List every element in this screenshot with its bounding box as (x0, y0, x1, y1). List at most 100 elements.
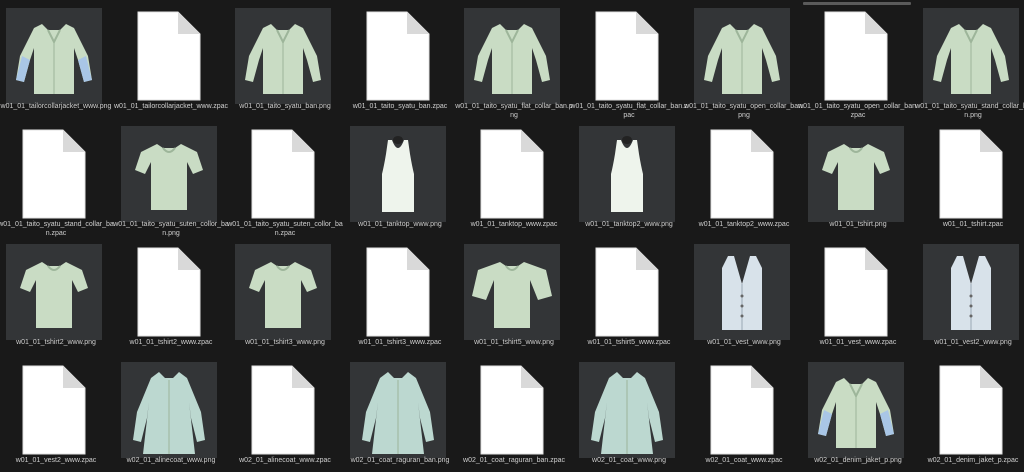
file-item[interactable]: w01_01_tshirt2_www.png (0, 238, 112, 350)
file-document-icon (121, 244, 217, 340)
image-thumbnail (923, 8, 1019, 104)
file-name-label: w02_01_denim_jaket_p.png (814, 457, 902, 464)
file-name-label: w01_01_vest2_www.zpac (15, 457, 97, 464)
file-item[interactable]: w02_01_alinecoat_www.zpac (229, 356, 341, 468)
file-item[interactable]: w02_01_coat_raguran_ban.zpac (458, 356, 570, 468)
file-item[interactable]: w01_01_taito_syatu_flat_collar_ban.zpac (570, 2, 688, 119)
file-item[interactable]: w01_01_tanktop2_www.png (573, 120, 685, 232)
file-name-label: w01_01_tshirt2_www.png (16, 339, 96, 346)
file-name-label: w02_01_coat_raguran_ban.png (350, 457, 450, 464)
image-thumbnail (808, 362, 904, 458)
file-name-label: w01_01_tshirt2_www.zpac (129, 339, 213, 346)
file-name-label: w02_01_alinecoat_www.png (126, 457, 216, 464)
file-document-icon (464, 362, 560, 458)
image-thumbnail (350, 362, 446, 458)
file-document-icon (6, 362, 102, 458)
image-thumbnail (694, 8, 790, 104)
file-item[interactable]: w02_01_denim_jaket_p.png (802, 356, 914, 468)
file-item[interactable]: w01_01_taito_syatu_ban.png (229, 2, 341, 114)
file-name-label: w01_01_tshirt.zpac (942, 221, 1004, 228)
file-item[interactable]: w01_01_tshirt.png (802, 120, 914, 232)
file-name-label: w02_01_coat_www.zpac (705, 457, 783, 464)
file-item[interactable]: w02_01_alinecoat_www.png (115, 356, 227, 468)
file-name-label: w01_01_tshirt.png (829, 221, 887, 228)
file-document-icon (235, 126, 331, 222)
file-document-icon (694, 126, 790, 222)
file-name-label: w01_01_taito_syatu_suten_collor_ban.zpac (227, 221, 343, 237)
file-item[interactable]: w01_01_tshirt2_www.zpac (115, 238, 227, 350)
file-name-label: w01_01_vest2_www.png (934, 339, 1012, 346)
file-item[interactable]: w01_01_vest_www.zpac (802, 238, 914, 350)
file-name-label: w01_01_taito_syatu_ban.zpac (352, 103, 448, 110)
file-item[interactable]: w01_01_tshirt.zpac (917, 120, 1024, 232)
file-document-icon (923, 362, 1019, 458)
file-item[interactable]: w01_01_tailorcollarjacket_www.png (0, 2, 112, 114)
image-thumbnail (464, 8, 560, 104)
file-item[interactable]: w02_01_coat_www.png (573, 356, 685, 468)
file-document-icon (694, 362, 790, 458)
file-document-icon (579, 8, 675, 104)
file-item[interactable]: w02_01_coat_raguran_ban.png (344, 356, 456, 468)
file-item[interactable]: w01_01_taito_syatu_flat_collar_ban.png (455, 2, 573, 119)
file-document-icon (350, 8, 446, 104)
file-name-label: w01_01_tanktop_www.zpac (470, 221, 558, 228)
image-thumbnail (235, 8, 331, 104)
file-item[interactable]: w01_01_taito_syatu_suten_collor_ban.zpac (227, 120, 343, 237)
file-name-label: w01_01_tshirt5_www.zpac (587, 339, 671, 346)
file-item[interactable]: w01_01_tshirt3_www.png (229, 238, 341, 350)
file-name-label: w01_01_vest_www.zpac (819, 339, 897, 346)
image-thumbnail (579, 362, 675, 458)
image-thumbnail (350, 126, 446, 222)
image-thumbnail (121, 362, 217, 458)
file-name-label: w01_01_tailorcollarjacket_www.png (0, 103, 112, 110)
file-name-label: w01_01_taito_syatu_stand_collar_ban.png (915, 103, 1024, 119)
file-document-icon (235, 362, 331, 458)
file-document-icon (808, 8, 904, 104)
file-name-label: w02_01_coat_raguran_ban.zpac (463, 457, 565, 464)
file-item[interactable]: w01_01_vest2_www.png (917, 238, 1024, 350)
file-item[interactable]: w02_01_denim_jaket_p.zpac (917, 356, 1024, 468)
image-thumbnail (464, 244, 560, 340)
file-item[interactable]: w01_01_tanktop_www.zpac (458, 120, 570, 232)
file-grid: w01_01_tailorcollarjacket_www.png w01_01… (0, 0, 1024, 472)
file-name-label: w01_01_tailorcollarjacket_www.zpac (113, 103, 228, 110)
file-name-label: w02_01_coat_www.png (592, 457, 666, 464)
file-document-icon (923, 126, 1019, 222)
file-name-label: w01_01_taito_syatu_flat_collar_ban.zpac (570, 103, 688, 119)
file-item[interactable]: w01_01_tshirt3_www.zpac (344, 238, 456, 350)
file-name-label: w01_01_tanktop_www.png (358, 221, 442, 228)
image-thumbnail (694, 244, 790, 340)
file-item[interactable]: w01_01_tshirt5_www.zpac (573, 238, 685, 350)
file-document-icon (350, 244, 446, 340)
file-document-icon (808, 244, 904, 340)
file-name-label: w01_01_taito_syatu_stand_collar_ban.zpac (0, 221, 114, 237)
file-item[interactable]: w01_01_taito_syatu_open_collar_ban.zpac (798, 2, 918, 119)
file-name-label: w01_01_tanktop2_www.png (585, 221, 673, 228)
file-name-label: w01_01_taito_syatu_suten_collor_ban.png (113, 221, 229, 237)
file-item[interactable]: w01_01_tailorcollarjacket_www.zpac (114, 2, 228, 114)
file-item[interactable]: w01_01_vest2_www.zpac (0, 356, 112, 468)
file-document-icon (579, 244, 675, 340)
file-name-label: w01_01_vest_www.png (707, 339, 781, 346)
file-item[interactable]: w01_01_tshirt5_www.png (458, 238, 570, 350)
file-item[interactable]: w01_01_taito_syatu_ban.zpac (344, 2, 456, 114)
file-item[interactable]: w01_01_tanktop2_www.zpac (688, 120, 800, 232)
file-item[interactable]: w01_01_taito_syatu_open_collar_ban.png (684, 2, 804, 119)
file-item[interactable]: w02_01_coat_www.zpac (688, 356, 800, 468)
file-name-label: w01_01_tshirt5_www.png (474, 339, 554, 346)
image-thumbnail (923, 244, 1019, 340)
file-item[interactable]: w01_01_taito_syatu_suten_collor_ban.png (113, 120, 229, 237)
file-document-icon (6, 126, 102, 222)
file-name-label: w02_01_denim_jaket_p.zpac (927, 457, 1019, 464)
file-item[interactable]: w01_01_taito_syatu_stand_collar_ban.png (915, 2, 1024, 119)
file-name-label: w01_01_taito_syatu_ban.png (239, 103, 331, 110)
image-thumbnail (121, 126, 217, 222)
file-item[interactable]: w01_01_vest_www.png (688, 238, 800, 350)
image-thumbnail (6, 8, 102, 104)
file-name-label: w01_01_tshirt3_www.zpac (358, 339, 442, 346)
file-name-label: w01_01_tshirt3_www.png (245, 339, 325, 346)
file-name-label: w02_01_alinecoat_www.zpac (239, 457, 331, 464)
file-item[interactable]: w01_01_tanktop_www.png (344, 120, 456, 232)
image-thumbnail (579, 126, 675, 222)
file-item[interactable]: w01_01_taito_syatu_stand_collar_ban.zpac (0, 120, 114, 237)
